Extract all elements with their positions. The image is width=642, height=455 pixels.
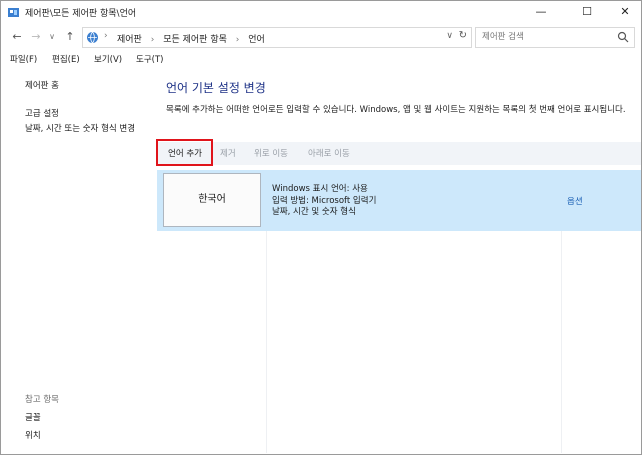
date-time-format-link[interactable]: 날짜, 시간 또는 숫자 형식 변경 xyxy=(25,124,149,135)
breadcrumb-separator: › xyxy=(235,35,240,45)
back-arrow-icon[interactable]: ← xyxy=(10,30,24,44)
breadcrumb-separator: › xyxy=(150,35,155,45)
breadcrumb: 제어판 › 모든 제어판 항목 › 언어 xyxy=(117,32,271,45)
search-box[interactable] xyxy=(475,27,635,48)
breadcrumb-all-items[interactable]: 모든 제어판 항목 xyxy=(163,35,227,45)
page-title: 언어 기본 설정 변경 xyxy=(166,81,266,95)
column-divider xyxy=(266,231,267,453)
location-link[interactable]: 위치 xyxy=(25,429,41,441)
minimize-button[interactable]: — xyxy=(521,1,561,23)
language-details: Windows 표시 언어: 사용 입력 방법: Microsoft 입력기 날… xyxy=(272,184,376,219)
remove-button[interactable]: 제거 xyxy=(220,147,236,159)
menu-bar: 파일(F) 편집(E) 보기(V) 도구(T) xyxy=(1,50,641,68)
address-row: ← → ∨ ↑ › 제어판 › 모든 제어판 항목 › 언어 ∨ ↻ xyxy=(1,25,641,49)
control-panel-home-link[interactable]: 제어판 홈 xyxy=(25,79,59,91)
control-panel-window: 제어판\모든 제어판 항목\언어 — ☐ ✕ ← → ∨ ↑ › 제어판 › 모… xyxy=(0,0,642,455)
location-icon xyxy=(87,31,98,44)
input-method: 입력 방법: Microsoft 입력기 xyxy=(272,195,377,206)
control-panel-icon xyxy=(8,8,19,17)
address-bar[interactable]: › 제어판 › 모든 제어판 항목 › 언어 ∨ ↻ xyxy=(82,27,472,48)
see-also-heading: 참고 항목 xyxy=(25,395,59,405)
search-input[interactable] xyxy=(482,30,606,44)
refresh-icon[interactable]: ↻ xyxy=(459,30,467,41)
fonts-link[interactable]: 글꼴 xyxy=(25,411,41,423)
address-dropdown-icon[interactable]: ∨ xyxy=(446,31,453,41)
format-info: 날짜, 시간 및 숫자 형식 xyxy=(272,207,356,217)
options-link[interactable]: 옵션 xyxy=(567,195,583,207)
menu-edit[interactable]: 편집(E) xyxy=(52,53,80,65)
column-divider xyxy=(561,231,562,453)
breadcrumb-control-panel[interactable]: 제어판 xyxy=(117,35,142,45)
page-description: 목록에 추가하는 어떠한 언어로든 입력할 수 있습니다. Windows, 앱… xyxy=(166,105,626,115)
left-pane: 제어판 홈 고급 설정 날짜, 시간 또는 숫자 형식 변경 참고 항목 글꼴 … xyxy=(1,69,156,454)
breadcrumb-language[interactable]: 언어 xyxy=(248,35,265,45)
menu-view[interactable]: 보기(V) xyxy=(94,53,122,65)
advanced-settings-link[interactable]: 고급 설정 xyxy=(25,107,59,119)
menu-tools[interactable]: 도구(T) xyxy=(136,53,163,65)
language-toolbar: 언어 추가 제거 위로 이동 아래로 이동 xyxy=(157,142,641,165)
language-tile-korean[interactable]: 한국어 xyxy=(163,173,261,227)
search-icon[interactable] xyxy=(617,31,629,43)
breadcrumb-separator: › xyxy=(104,31,108,41)
title-bar: 제어판\모든 제어판 항목\언어 — ☐ ✕ xyxy=(1,1,641,24)
maximize-button[interactable]: ☐ xyxy=(567,1,607,23)
forward-arrow-icon[interactable]: → xyxy=(29,30,43,44)
menu-file[interactable]: 파일(F) xyxy=(10,53,37,65)
window-title: 제어판\모든 제어판 항목\언어 xyxy=(25,9,137,19)
move-up-button[interactable]: 위로 이동 xyxy=(254,147,288,159)
display-language-status: Windows 표시 언어: 사용 xyxy=(272,184,368,194)
up-arrow-icon[interactable]: ↑ xyxy=(63,30,77,44)
add-language-highlight xyxy=(156,139,213,166)
close-button[interactable]: ✕ xyxy=(605,1,642,23)
recent-locations-icon[interactable]: ∨ xyxy=(45,30,59,44)
move-down-button[interactable]: 아래로 이동 xyxy=(308,147,350,159)
